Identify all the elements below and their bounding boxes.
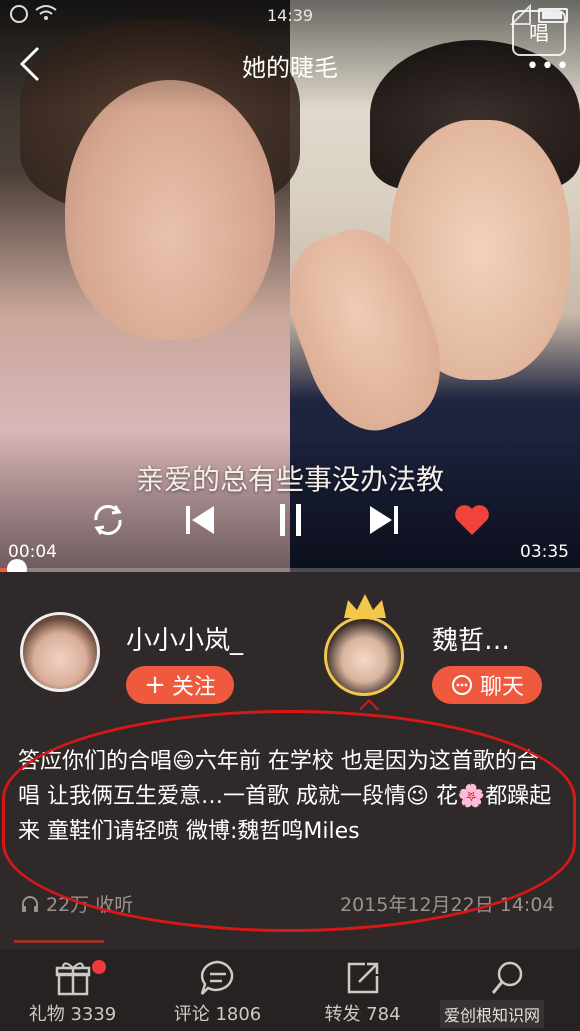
tab-share[interactable]: 转发 784 — [290, 950, 435, 1031]
share-icon — [347, 962, 378, 994]
next-icon[interactable] — [366, 500, 402, 540]
loop-icon[interactable] — [88, 500, 128, 540]
annotation-circle — [2, 710, 576, 932]
username-right[interactable]: 魏哲… — [432, 620, 510, 657]
total-time: 03:35 — [520, 542, 569, 562]
pause-icon[interactable] — [276, 500, 306, 540]
tab-comment-label: 评论 1806 — [173, 1004, 262, 1025]
watermark: 爱创根知识网 — [440, 1000, 545, 1028]
avatar-right[interactable] — [324, 616, 404, 696]
tab-share-label: 转发 784 — [324, 1004, 401, 1025]
chat-button[interactable]: 聊天 — [432, 666, 542, 704]
section-peek — [14, 940, 104, 950]
tab-gift[interactable]: 礼物 3339 — [0, 950, 145, 1031]
tab-gift-label: 礼物 3339 — [28, 1004, 117, 1025]
singer-left-face — [65, 80, 275, 340]
previous-icon[interactable] — [182, 500, 218, 540]
notification-dot — [92, 960, 106, 974]
progress-handle[interactable] — [7, 559, 28, 572]
username-left[interactable]: 小小小岚_ — [126, 620, 243, 657]
chat-icon — [451, 675, 472, 695]
back-icon[interactable] — [16, 44, 46, 84]
search-icon — [491, 961, 522, 994]
video-player[interactable]: 14:39 她的睫毛 唱 ••• 亲爱的总有些事没办法教 00:04 03:35 — [0, 0, 580, 572]
lyric-line: 亲爱的总有些事没办法教 — [135, 463, 444, 496]
like-icon[interactable] — [452, 500, 492, 540]
tab-comment[interactable]: 评论 1806 — [145, 950, 290, 1031]
more-menu-button[interactable]: ••• — [526, 54, 571, 79]
comment-icon — [200, 960, 233, 995]
follow-label: 关注 — [171, 675, 216, 700]
status-time: 14:39 — [266, 6, 314, 25]
page-title: 她的睫毛 — [242, 54, 338, 82]
avatar-left[interactable] — [20, 612, 100, 692]
follow-button[interactable]: + 关注 — [126, 666, 234, 704]
status-bar: 14:39 — [0, 0, 580, 30]
chat-label: 聊天 — [479, 675, 524, 700]
song-info: 小小小岚_ + 关注 魏哲… 聊天 答应你们的合唱😄六年前 在学校 也是因为这首… — [0, 572, 580, 950]
gift-icon — [55, 962, 90, 996]
plus-icon: + — [144, 670, 166, 700]
app-logo: 唱 — [512, 10, 566, 56]
headphones-icon — [22, 895, 38, 912]
